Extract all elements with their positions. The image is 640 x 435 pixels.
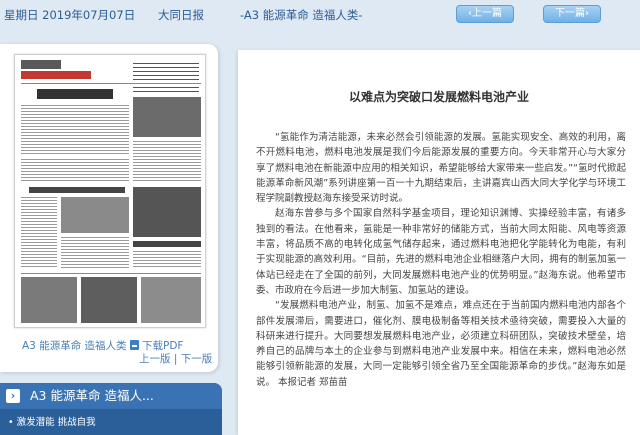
list-item[interactable]: 激发潜能 挑战自我	[8, 414, 96, 428]
page-nav[interactable]: 上一版 | 下一版	[139, 351, 212, 366]
article-paragraph: “氢能作为清洁能源，未来必然会引领能源的发展。氢能实现安全、高效的利用，离不开燃…	[256, 132, 626, 205]
download-icon	[130, 340, 139, 350]
next-article-button[interactable]: 下一篇›	[543, 5, 601, 23]
chevron-right-icon: ›	[6, 389, 20, 403]
prev-article-label: 上一篇	[472, 8, 502, 19]
prev-article-button[interactable]: ‹上一篇	[456, 5, 514, 23]
section-list: › A3 能源革命 造福人... 激发潜能 挑战自我	[0, 383, 222, 435]
page-label-link[interactable]: A3 能源革命 造福人类	[22, 338, 127, 353]
current-section: -A3 能源革命 造福人类-	[240, 8, 363, 22]
top-bar: 星期日 2019年07月07日 大同日报 -A3 能源革命 造福人类- ‹上一篇…	[0, 0, 640, 28]
page-thumbnail[interactable]	[14, 54, 206, 328]
next-article-label: 下一篇	[555, 8, 585, 19]
section-title: A3 能源革命 造福人...	[30, 388, 154, 403]
page-preview-panel: A3 能源革命 造福人类 下载PDF 上一版 | 下一版	[0, 44, 218, 372]
article-body: “氢能作为清洁能源，未来必然会引领能源的发展。氢能实现安全、高效的利用，离不开燃…	[256, 130, 626, 390]
section-header[interactable]: › A3 能源革命 造福人...	[0, 383, 222, 409]
article-paragraph: “发展燃料电池产业，制氢、加氢不是难点，难点还在于当前国内燃料电池内部各个部件发…	[256, 300, 626, 388]
article-title: 以难点为突破口发展燃料电池产业	[348, 90, 529, 104]
article-panel: 以难点为突破口发展燃料电池产业 “氢能作为清洁能源，未来必然会引领能源的发展。氢…	[238, 50, 640, 435]
issue-date: 星期日 2019年07月07日	[4, 8, 136, 22]
article-paragraph: 赵海东曾参与多个国家自然科学基金项目，理论知识渊博、实操经验丰富，有诸多独到的看…	[256, 208, 626, 296]
next-arrow-icon: ›	[585, 8, 589, 19]
newspaper-name: 大同日报	[158, 8, 204, 22]
